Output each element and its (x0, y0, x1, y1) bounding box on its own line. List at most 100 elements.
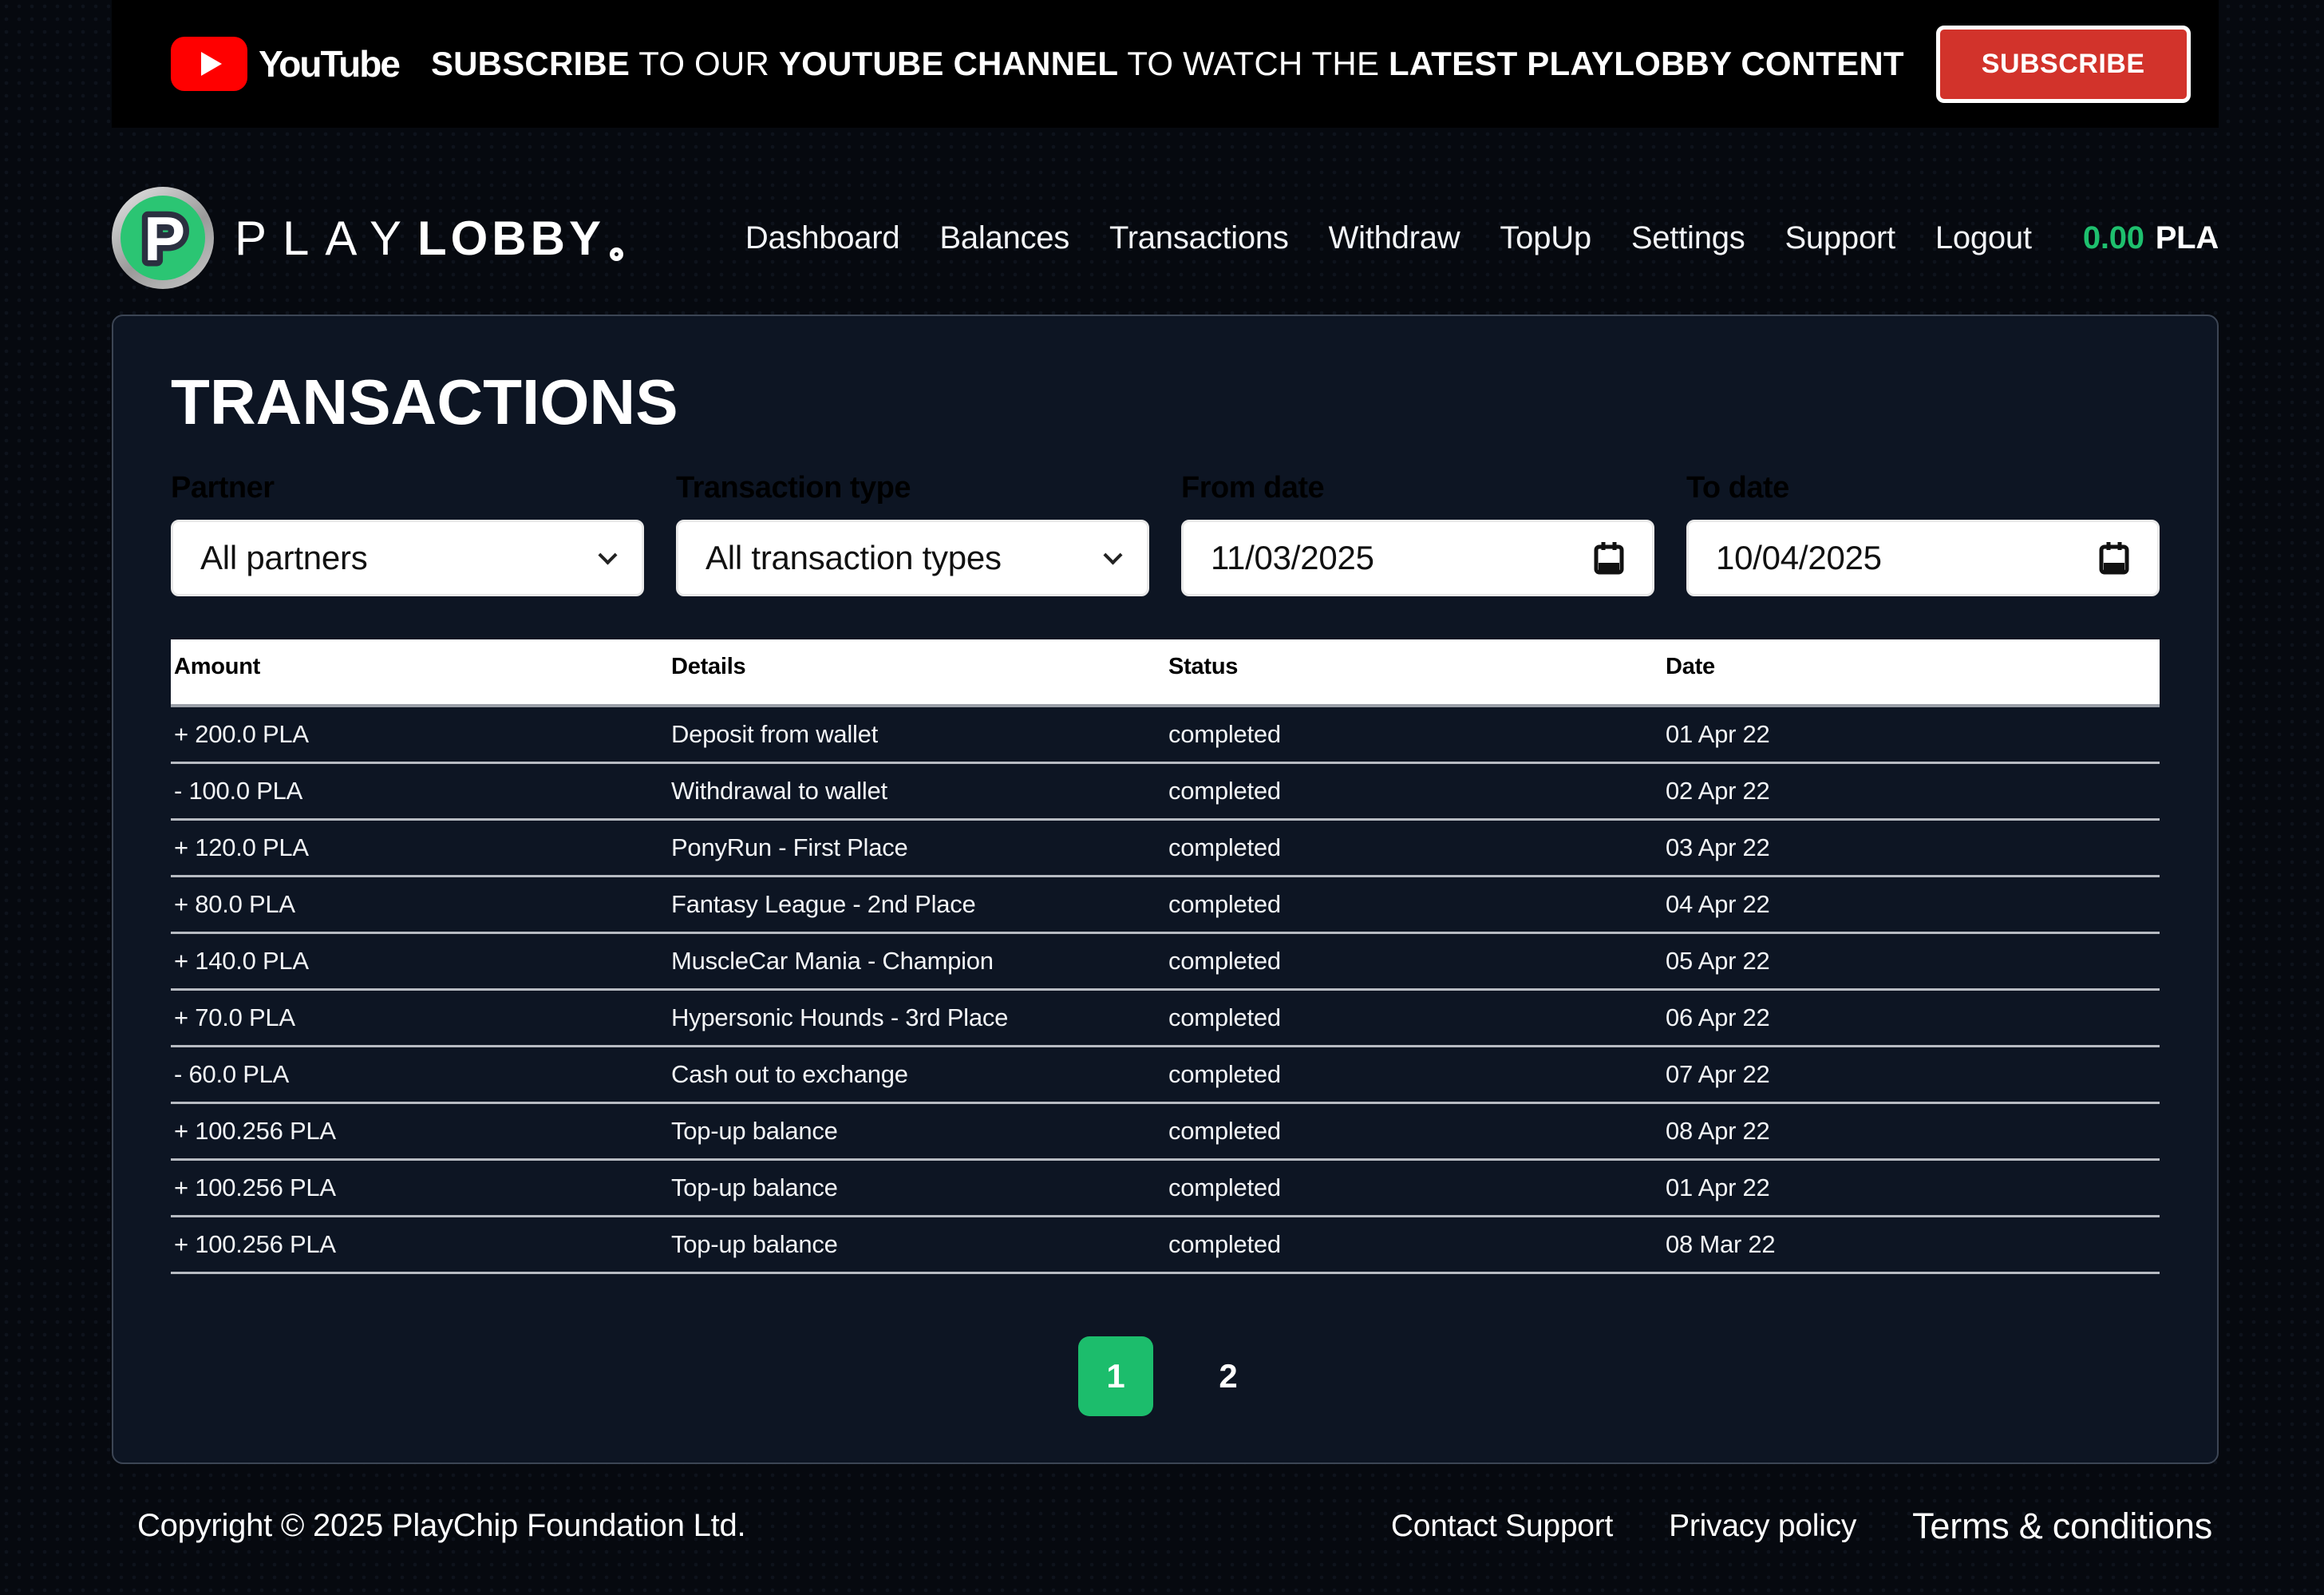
table-row: + 200.0 PLADeposit from walletcompleted0… (171, 706, 2160, 762)
table-cell: completed (1165, 706, 1662, 762)
balance-display: 0.00 PLA (2083, 220, 2219, 256)
table-cell: + 140.0 PLA (171, 932, 668, 989)
table-cell: 06 Apr 22 (1662, 989, 2160, 1046)
column-header: Amount (171, 639, 668, 706)
table-cell: 08 Mar 22 (1662, 1216, 2160, 1272)
table-cell: Top-up balance (668, 1216, 1165, 1272)
footer-links: Contact Support Privacy policy Terms & con… (1391, 1506, 2212, 1547)
nav-link-withdraw[interactable]: Withdraw (1329, 220, 1460, 256)
table-cell: 07 Apr 22 (1662, 1046, 2160, 1102)
youtube-logo[interactable]: YouTube (171, 37, 399, 91)
table-row: + 80.0 PLAFantasy League - 2nd Placecomp… (171, 876, 2160, 932)
footer-link[interactable]: Terms & conditions (1912, 1506, 2212, 1547)
table-cell: 03 Apr 22 (1662, 819, 2160, 876)
table-row: + 70.0 PLAHypersonic Hounds - 3rd Placec… (171, 989, 2160, 1046)
to-date-label: To date (1686, 471, 2160, 505)
banner-message-part: TO WATCH THE (1118, 45, 1389, 82)
chevron-down-icon (598, 545, 617, 564)
transaction-type-select[interactable]: All transaction types (676, 520, 1149, 596)
partner-select-value: All partners (200, 539, 601, 577)
table-cell: completed (1165, 762, 1662, 819)
table-cell: Deposit from wallet (668, 706, 1165, 762)
pagination-page-1[interactable]: 1 (1078, 1336, 1153, 1416)
balance-currency: PLA (2156, 220, 2219, 256)
table-row: + 140.0 PLAMuscleCar Mania - Championcom… (171, 932, 2160, 989)
site-footer: Copyright © 2025 PlayChip Foundation Ltd… (137, 1506, 2212, 1595)
table-body: + 200.0 PLADeposit from walletcompleted0… (171, 706, 2160, 1272)
calendar-icon (1593, 540, 1625, 576)
table-cell: Top-up balance (668, 1159, 1165, 1216)
promo-banner: YouTube SUBSCRIBE TO OUR YOUTUBE CHANNEL… (112, 0, 2219, 128)
filter-transaction-type: Transaction type All transaction types (676, 471, 1149, 596)
to-date-input[interactable]: 10/04/2025 (1686, 520, 2160, 596)
table-cell: Hypersonic Hounds - 3rd Place (668, 989, 1165, 1046)
table-cell: Top-up balance (668, 1102, 1165, 1159)
banner-message-part: YOUTUBE CHANNEL (779, 45, 1118, 82)
playlobby-logo[interactable]: P PLAYLOBBY (112, 187, 623, 289)
table-cell: + 80.0 PLA (171, 876, 668, 932)
table-row: + 100.256 PLATop-up balancecompleted08 A… (171, 1102, 2160, 1159)
playlobby-wordmark: PLAYLOBBY (235, 211, 623, 266)
table-cell: Withdrawal to wallet (668, 762, 1165, 819)
nav-link-settings[interactable]: Settings (1631, 220, 1745, 256)
banner-message-part: LATEST PLAYLOBBY CONTENT (1389, 45, 1904, 82)
from-date-label: From date (1181, 471, 1654, 505)
from-date-input[interactable]: 11/03/2025 (1181, 520, 1654, 596)
table-cell: Cash out to exchange (668, 1046, 1165, 1102)
table-cell: 05 Apr 22 (1662, 932, 2160, 989)
footer-link[interactable]: Contact Support (1391, 1509, 1613, 1544)
table-cell: 04 Apr 22 (1662, 876, 2160, 932)
calendar-icon (2098, 540, 2130, 576)
pagination: 12 (171, 1336, 2160, 1416)
wordmark-dot-icon (610, 247, 623, 261)
table-cell: PonyRun - First Place (668, 819, 1165, 876)
wordmark-lobby: LOBBY (417, 211, 605, 266)
table-cell: completed (1165, 1216, 1662, 1272)
column-header: Date (1662, 639, 2160, 706)
table-cell: completed (1165, 1159, 1662, 1216)
to-date-value: 10/04/2025 (1716, 539, 2098, 577)
youtube-wordmark: YouTube (259, 42, 399, 85)
transaction-type-label: Transaction type (676, 471, 1149, 505)
table-cell: + 100.256 PLA (171, 1159, 668, 1216)
filter-to-date: To date 10/04/2025 (1686, 471, 2160, 596)
pagination-page-2[interactable]: 2 (1204, 1357, 1252, 1395)
nav-link-support[interactable]: Support (1785, 220, 1895, 256)
wordmark-play: PLAY (235, 211, 417, 266)
nav-link-topup[interactable]: TopUp (1500, 220, 1591, 256)
column-header: Status (1165, 639, 1662, 706)
nav-link-logout[interactable]: Logout (1935, 220, 2032, 256)
main-nav: Dashboard Balances Transactions Withdraw Top… (745, 220, 2219, 256)
table-row: + 100.256 PLATop-up balancecompleted01 A… (171, 1159, 2160, 1216)
subscribe-button[interactable]: SUBSCRIBE (1936, 26, 2191, 103)
table-row: - 60.0 PLACash out to exchangecompleted0… (171, 1046, 2160, 1102)
table-cell: completed (1165, 989, 1662, 1046)
partner-select[interactable]: All partners (171, 520, 644, 596)
transaction-type-select-value: All transaction types (706, 539, 1106, 577)
table-cell: completed (1165, 932, 1662, 989)
partner-label: Partner (171, 471, 644, 505)
filter-partner: Partner All partners (171, 471, 644, 596)
nav-link-balances[interactable]: Balances (939, 220, 1069, 256)
playlobby-badge-icon: P (112, 187, 214, 289)
nav-link-dashboard[interactable]: Dashboard (745, 220, 900, 256)
nav-link-transactions[interactable]: Transactions (1109, 220, 1289, 256)
table-row: + 120.0 PLAPonyRun - First Placecomplete… (171, 819, 2160, 876)
page-title: TRANSACTIONS (171, 366, 2160, 439)
table-cell: 02 Apr 22 (1662, 762, 2160, 819)
table-row: + 100.256 PLATop-up balancecompleted08 M… (171, 1216, 2160, 1272)
table-cell: completed (1165, 1102, 1662, 1159)
table-cell: Fantasy League - 2nd Place (668, 876, 1165, 932)
table-cell: - 60.0 PLA (171, 1046, 668, 1102)
table-cell: - 100.0 PLA (171, 762, 668, 819)
table-cell: completed (1165, 876, 1662, 932)
banner-message: SUBSCRIBE TO OUR YOUTUBE CHANNEL TO WATC… (399, 45, 1936, 83)
balance-amount: 0.00 (2083, 220, 2144, 256)
table-cell: MuscleCar Mania - Champion (668, 932, 1165, 989)
table-cell: + 120.0 PLA (171, 819, 668, 876)
table-cell: completed (1165, 819, 1662, 876)
table-cell: 08 Apr 22 (1662, 1102, 2160, 1159)
footer-link[interactable]: Privacy policy (1669, 1509, 1856, 1544)
chevron-down-icon (1103, 545, 1122, 564)
banner-message-part: TO OUR (630, 45, 779, 82)
